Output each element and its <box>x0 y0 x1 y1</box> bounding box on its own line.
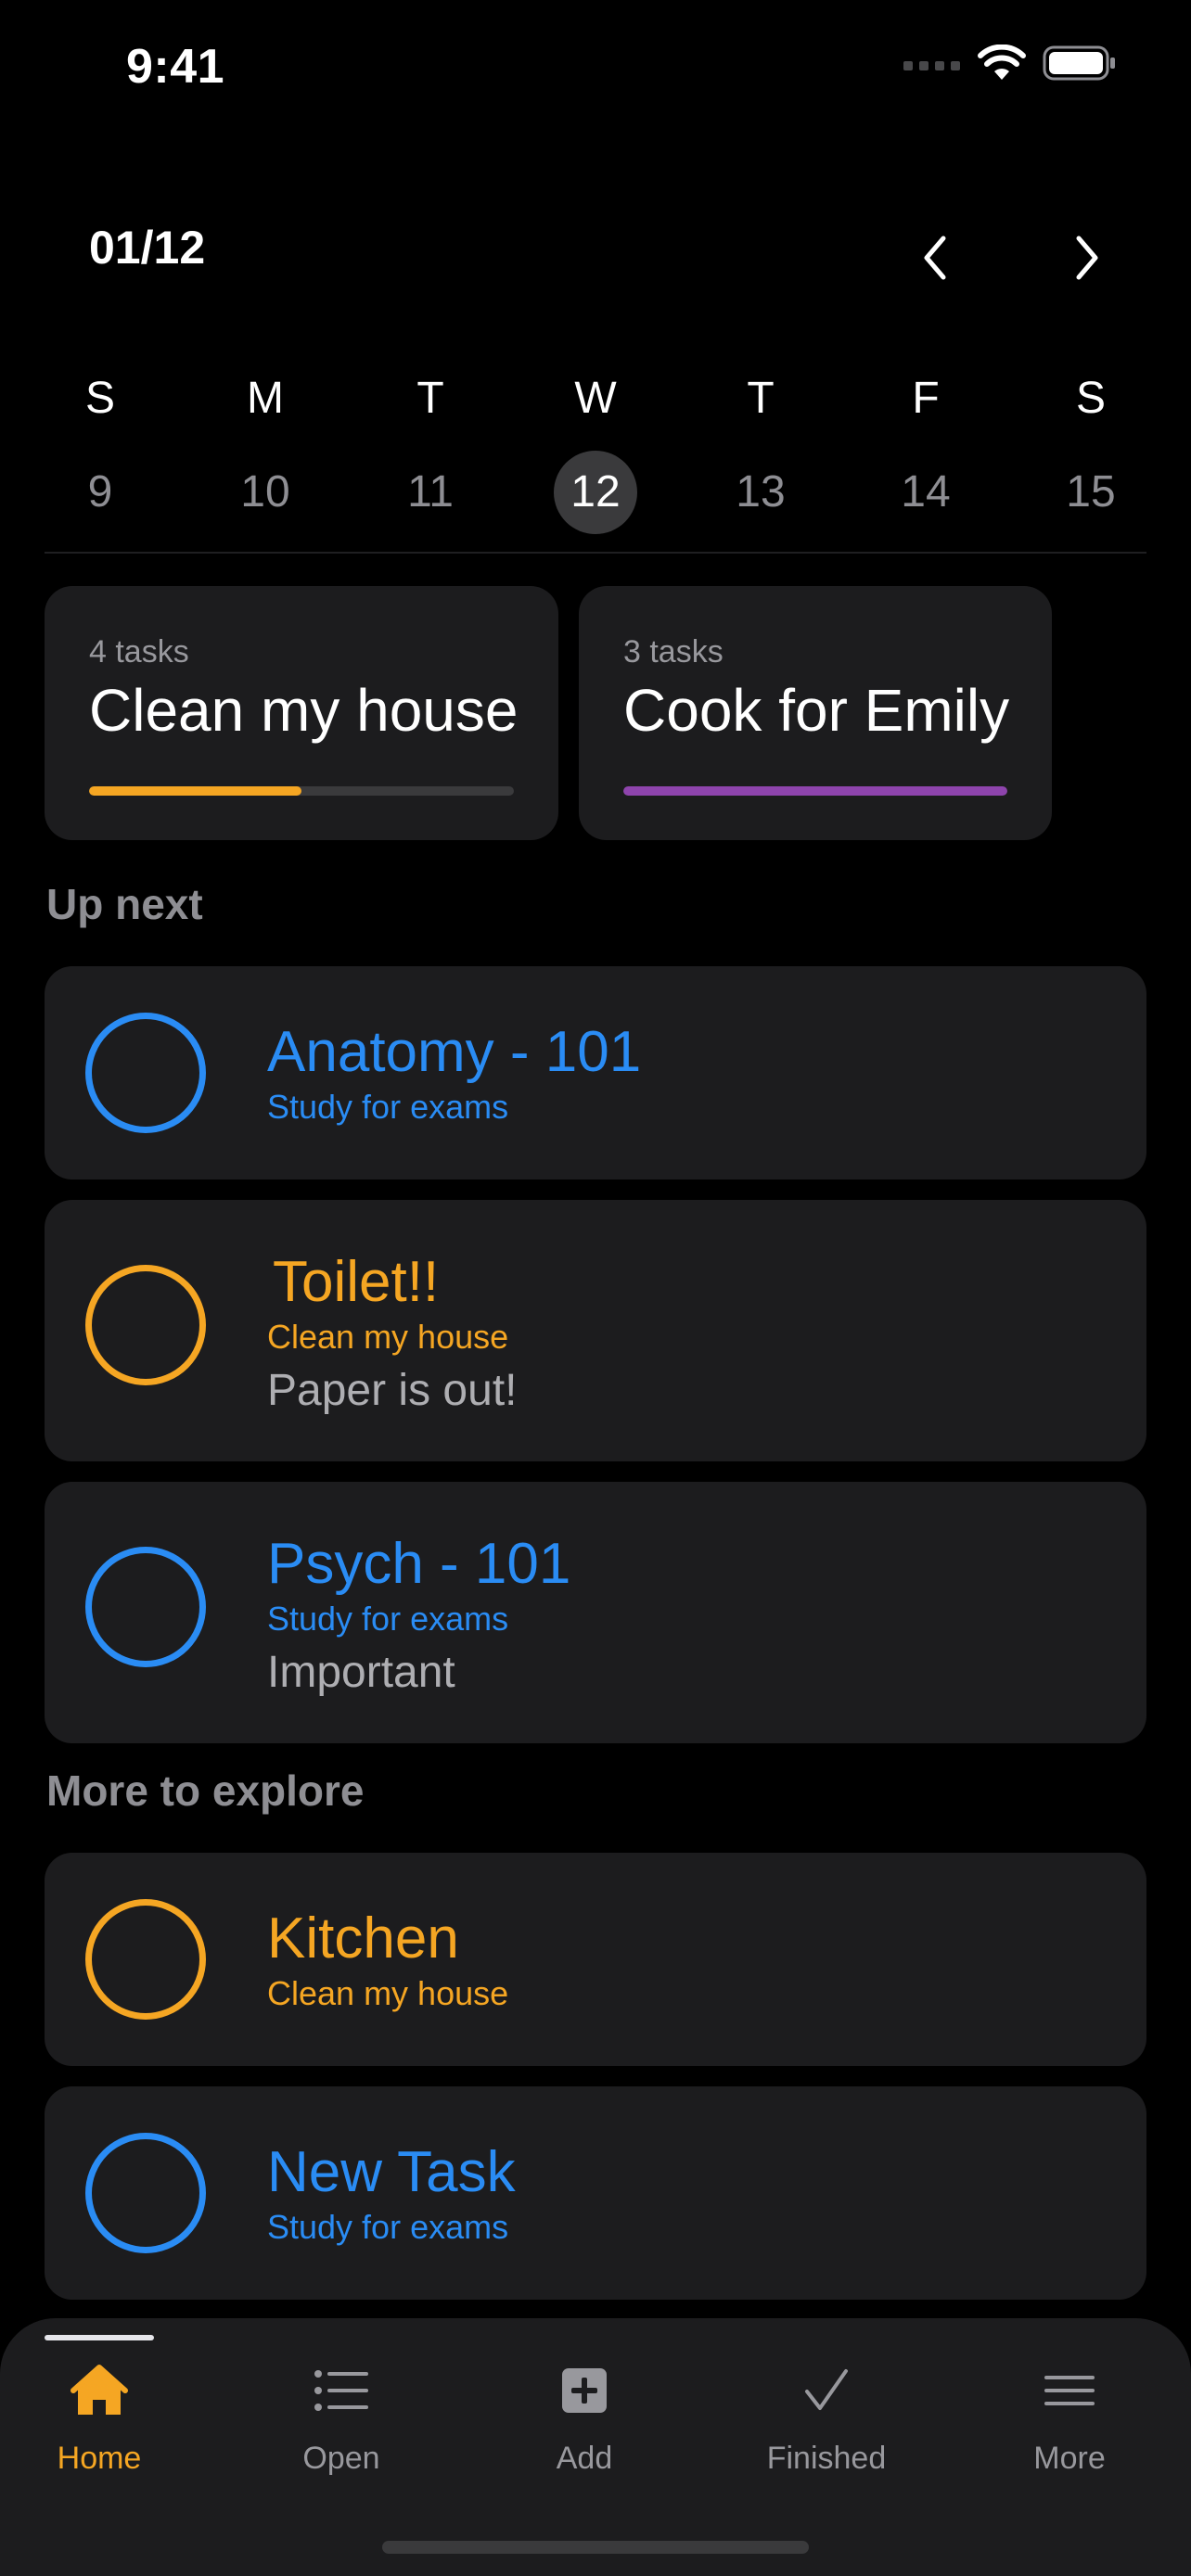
day-letter: S <box>84 374 115 423</box>
day-number: 9 <box>87 467 113 516</box>
task-row[interactable]: New Task Study for exams <box>45 2086 1146 2300</box>
day-letter: F <box>912 374 940 423</box>
project-task-count: 4 tasks <box>89 634 189 670</box>
task-title: New Task <box>267 2140 516 2204</box>
day-number: 15 <box>1066 467 1116 516</box>
task-row[interactable]: Anatomy - 101 Study for exams <box>45 966 1146 1180</box>
day-thursday[interactable]: T 13 <box>705 371 816 534</box>
task-checkbox[interactable] <box>85 1013 206 1133</box>
task-row[interactable]: Toilet!! Clean my house Paper is out! <box>45 1200 1146 1461</box>
project-card-cook-for-emily[interactable]: 3 tasks Cook for Emily <box>579 586 1052 840</box>
project-title: Clean my house <box>89 677 519 744</box>
house-icon <box>70 2365 128 2415</box>
checkmark-icon <box>805 2369 848 2410</box>
wifi-icon <box>978 45 1026 80</box>
tab-finished[interactable]: Finished <box>734 2355 919 2477</box>
project-progress-fill <box>89 786 301 796</box>
tab-label: More <box>1033 2441 1106 2476</box>
task-title: Anatomy - 101 <box>267 1020 642 1084</box>
battery-icon <box>1043 45 1115 81</box>
task-project: Study for exams <box>267 1088 509 1126</box>
day-number-selected: 12 <box>554 451 637 534</box>
section-title-up-next: Up next <box>46 880 203 928</box>
chevron-left-icon <box>924 236 946 280</box>
day-letter: M <box>247 374 284 423</box>
task-title: Psych - 101 <box>267 1532 571 1596</box>
task-row[interactable]: Kitchen Clean my house <box>45 1853 1146 2066</box>
task-project: Clean my house <box>267 1318 509 1356</box>
task-row[interactable]: Psych - 101 Study for exams Important <box>45 1482 1146 1743</box>
tab-label: Finished <box>766 2441 887 2476</box>
tab-home[interactable]: Home <box>6 2355 192 2477</box>
project-title: Cook for Emily <box>623 677 1010 744</box>
plus-square-icon <box>562 2368 607 2413</box>
day-number: 14 <box>901 467 951 516</box>
day-letter: T <box>747 374 775 423</box>
day-number: 13 <box>736 467 786 516</box>
day-sunday[interactable]: S 9 <box>45 371 156 534</box>
day-saturday[interactable]: S 15 <box>1035 371 1146 534</box>
day-letter: T <box>416 374 444 423</box>
tab-label: Open <box>302 2441 380 2476</box>
home-indicator <box>382 2541 809 2554</box>
day-number: 11 <box>407 467 454 516</box>
task-note: Important <box>267 1648 455 1697</box>
tab-open[interactable]: Open <box>249 2355 434 2477</box>
next-week-button[interactable] <box>1059 230 1115 286</box>
project-task-count: 3 tasks <box>623 634 724 670</box>
divider <box>45 552 1146 554</box>
task-project: Study for exams <box>267 1600 509 1638</box>
tab-more[interactable]: More <box>977 2355 1162 2477</box>
tab-label: Add <box>556 2441 613 2476</box>
list-icon <box>314 2370 368 2411</box>
task-note: Paper is out! <box>267 1366 518 1415</box>
task-checkbox[interactable] <box>85 1899 206 2020</box>
tab-selection-indicator <box>45 2335 154 2340</box>
project-progress-bar <box>623 786 1007 796</box>
day-letter: W <box>574 374 617 423</box>
status-icons <box>903 45 1117 82</box>
task-checkbox[interactable] <box>85 1265 206 1385</box>
task-checkbox[interactable] <box>85 1547 206 1667</box>
task-title: Kitchen <box>267 1906 459 1970</box>
day-tuesday[interactable]: T 11 <box>375 371 486 534</box>
week-strip: S 9 M 10 T 11 W 12 T 13 F 14 S 15 <box>45 371 1146 534</box>
tab-add[interactable]: Add <box>492 2355 677 2477</box>
project-progress-fill <box>623 786 1007 796</box>
menu-icon <box>1044 2376 1095 2405</box>
tab-label: Home <box>57 2441 142 2476</box>
day-number: 10 <box>240 467 290 516</box>
task-title: Toilet!! <box>273 1250 440 1314</box>
section-title-more-to-explore: More to explore <box>46 1766 365 1815</box>
project-progress-bar <box>89 786 514 796</box>
day-letter: S <box>1075 374 1106 423</box>
project-card-clean-my-house[interactable]: 4 tasks Clean my house <box>45 586 558 840</box>
previous-week-button[interactable] <box>907 230 963 286</box>
task-project: Study for exams <box>267 2208 509 2246</box>
task-checkbox[interactable] <box>85 2133 206 2253</box>
status-time: 9:41 <box>126 40 225 94</box>
chevron-right-icon <box>1076 236 1098 280</box>
day-friday[interactable]: F 14 <box>870 371 981 534</box>
month-label: 01/12 <box>89 222 206 274</box>
task-project: Clean my house <box>267 1974 509 2012</box>
signal-icon <box>903 61 960 70</box>
day-wednesday[interactable]: W 12 <box>540 371 651 534</box>
day-monday[interactable]: M 10 <box>210 371 321 534</box>
